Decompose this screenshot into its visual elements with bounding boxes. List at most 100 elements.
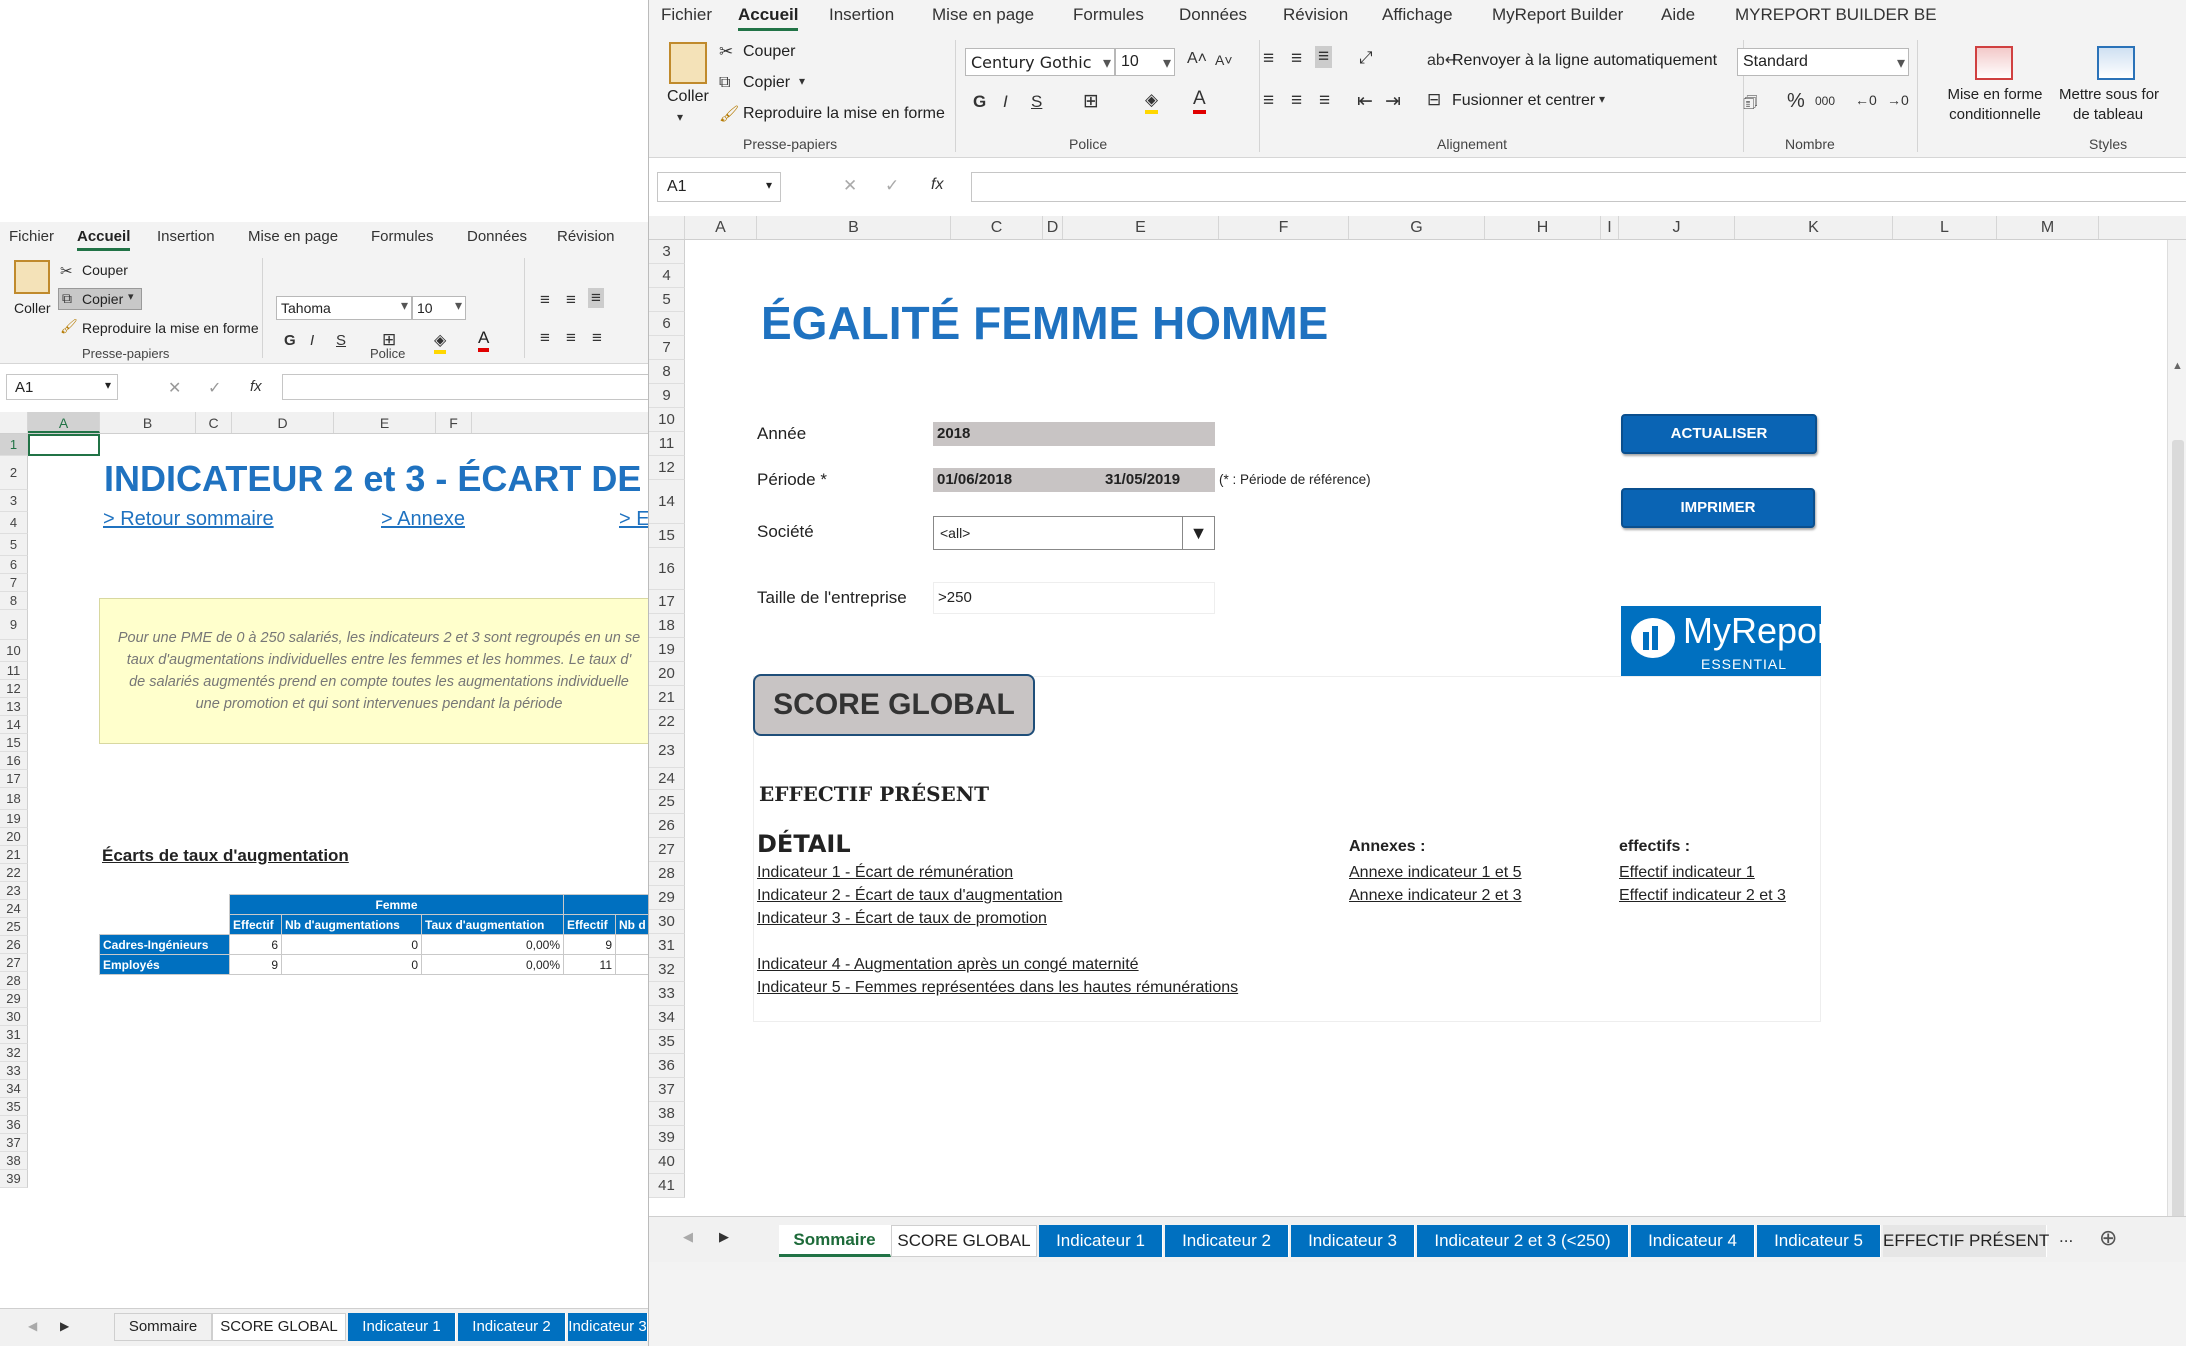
table-cell[interactable] bbox=[615, 934, 650, 955]
column-header[interactable]: E bbox=[1063, 216, 1219, 239]
row-header[interactable]: 14 bbox=[649, 480, 685, 524]
row-header[interactable]: 22 bbox=[0, 864, 28, 882]
row-header[interactable]: 40 bbox=[649, 1150, 685, 1174]
row-header[interactable]: 19 bbox=[649, 638, 685, 662]
row-header[interactable]: 10 bbox=[0, 640, 28, 662]
back-format-painter-button[interactable]: Reproduire la mise en forme bbox=[82, 320, 259, 336]
row-header[interactable]: 20 bbox=[649, 662, 685, 686]
front-bold-button[interactable]: G bbox=[973, 92, 986, 112]
front-align-left-icon[interactable]: ≡ bbox=[1263, 90, 1274, 112]
row-header[interactable]: 34 bbox=[649, 1006, 685, 1030]
back-tab-sommaire[interactable]: Sommaire bbox=[114, 1313, 212, 1341]
table-cell[interactable] bbox=[615, 954, 650, 975]
front-conditional-format-line1[interactable]: Mise en forme bbox=[1933, 86, 2057, 103]
front-tab-sommaire[interactable]: Sommaire bbox=[779, 1225, 891, 1257]
front-tab-indicateur-1[interactable]: Indicateur 1 bbox=[1039, 1225, 1163, 1257]
front-decrease-font-icon[interactable]: A˅ bbox=[1215, 52, 1233, 68]
back-menu-insertion[interactable]: Insertion bbox=[157, 228, 215, 245]
back-link-effectif[interactable]: > Ef bbox=[619, 508, 650, 531]
front-tab-indicateur-3[interactable]: Indicateur 3 bbox=[1291, 1225, 1415, 1257]
back-tab-indicateur-3[interactable]: Indicateur 3 bbox=[568, 1313, 648, 1341]
table-cell[interactable]: 6 bbox=[229, 934, 282, 955]
front-align-bottom-icon[interactable]: ≡ bbox=[1315, 46, 1333, 68]
row-header[interactable]: 12 bbox=[0, 680, 28, 698]
company-size-value[interactable]: >250 bbox=[933, 582, 1215, 614]
front-format-painter-button[interactable]: Reproduire la mise en forme bbox=[743, 105, 945, 123]
row-header[interactable]: 3 bbox=[0, 490, 28, 512]
link-annexe-1-5[interactable]: Annexe indicateur 1 et 5 bbox=[1349, 864, 1522, 882]
score-global-button[interactable]: SCORE GLOBAL bbox=[753, 674, 1035, 736]
column-header[interactable]: J bbox=[1619, 216, 1735, 239]
row-header[interactable]: 4 bbox=[649, 264, 685, 288]
front-paste-icon[interactable] bbox=[669, 42, 707, 84]
chevron-down-icon[interactable]: ▼ bbox=[1182, 517, 1214, 549]
back-name-box[interactable]: A1 ▾ bbox=[6, 374, 118, 400]
table-cell[interactable]: 0,00% bbox=[421, 934, 564, 955]
back-menu-donnees[interactable]: Données bbox=[467, 228, 527, 245]
link-indicateur-1[interactable]: Indicateur 1 - Écart de rémunération bbox=[757, 864, 1013, 882]
column-header[interactable]: M bbox=[1997, 216, 2099, 239]
row-header[interactable]: 17 bbox=[0, 770, 28, 788]
link-effectif-1[interactable]: Effectif indicateur 1 bbox=[1619, 864, 1755, 882]
table-cell[interactable]: 0,00% bbox=[421, 954, 564, 975]
front-underline-button[interactable]: S bbox=[1031, 92, 1042, 112]
front-tab-next-icon[interactable]: ▶ bbox=[719, 1229, 729, 1245]
front-conditional-format-icon[interactable] bbox=[1975, 46, 2013, 80]
column-header[interactable]: K bbox=[1735, 216, 1893, 239]
row-header[interactable]: 39 bbox=[649, 1126, 685, 1150]
back-paste-icon[interactable] bbox=[14, 260, 50, 294]
row-header[interactable]: 15 bbox=[649, 524, 685, 548]
front-format-painter-icon[interactable]: 🖌 bbox=[719, 104, 739, 124]
column-header[interactable]: C bbox=[951, 216, 1043, 239]
row-header[interactable]: 6 bbox=[649, 312, 685, 336]
back-cut-icon[interactable]: ✂ bbox=[60, 262, 73, 280]
column-header[interactable]: F bbox=[436, 412, 472, 433]
row-header[interactable]: 13 bbox=[0, 698, 28, 716]
back-format-painter-icon[interactable]: 🖌 bbox=[60, 318, 78, 335]
link-indicateur-3[interactable]: Indicateur 3 - Écart de taux de promotio… bbox=[757, 910, 1047, 928]
row-header[interactable]: 30 bbox=[0, 1008, 28, 1026]
back-copy-button[interactable]: Copier bbox=[82, 291, 123, 307]
front-decrease-indent-icon[interactable]: ⇤ bbox=[1357, 90, 1373, 113]
front-wrap-text-button[interactable]: Renvoyer à la ligne automatiquement bbox=[1452, 52, 1717, 70]
table-cell[interactable]: 9 bbox=[229, 954, 282, 975]
row-header[interactable]: 19 bbox=[0, 810, 28, 828]
row-header[interactable]: 37 bbox=[0, 1134, 28, 1152]
back-tab-next-icon[interactable]: ▶ bbox=[60, 1319, 69, 1333]
column-header[interactable]: E bbox=[334, 412, 436, 433]
back-menu-revision[interactable]: Révision bbox=[557, 228, 615, 245]
front-table-format-line2[interactable]: de tableau bbox=[2073, 106, 2143, 123]
chevron-down-icon[interactable]: ▾ bbox=[1599, 92, 1605, 106]
row-header[interactable]: 11 bbox=[649, 432, 685, 456]
row-header[interactable]: 1 bbox=[0, 434, 28, 456]
row-header[interactable]: 20 bbox=[0, 828, 28, 846]
front-cut-button[interactable]: Couper bbox=[743, 43, 795, 61]
back-tab-indicateur-2[interactable]: Indicateur 2 bbox=[458, 1313, 566, 1341]
row-header[interactable]: 10 bbox=[649, 408, 685, 432]
cancel-icon[interactable]: ✕ bbox=[168, 378, 181, 398]
front-copy-icon[interactable]: ⧉ bbox=[719, 74, 730, 92]
back-align-middle-icon[interactable]: ≡ bbox=[566, 290, 576, 310]
row-header[interactable]: 35 bbox=[0, 1098, 28, 1116]
front-align-center-icon[interactable]: ≡ bbox=[1291, 90, 1302, 112]
back-align-top-icon[interactable]: ≡ bbox=[540, 290, 550, 310]
row-header[interactable]: 16 bbox=[649, 548, 685, 590]
column-header[interactable]: A bbox=[28, 412, 100, 433]
back-underline-button[interactable]: S bbox=[336, 332, 346, 349]
front-copy-button[interactable]: Copier bbox=[743, 74, 790, 92]
front-align-right-icon[interactable]: ≡ bbox=[1319, 90, 1330, 112]
front-tab-effectif-present[interactable]: EFFECTIF PRÉSENT bbox=[1883, 1225, 2049, 1257]
row-header[interactable]: 5 bbox=[0, 534, 28, 556]
front-align-top-icon[interactable]: ≡ bbox=[1263, 48, 1274, 70]
row-header[interactable]: 26 bbox=[0, 936, 28, 954]
back-font-color-icon[interactable]: A bbox=[478, 328, 490, 352]
row-header[interactable]: 37 bbox=[649, 1078, 685, 1102]
front-table-format-line1[interactable]: Mettre sous for bbox=[2059, 86, 2159, 103]
back-paste-label[interactable]: Coller bbox=[14, 300, 51, 316]
row-header[interactable]: 11 bbox=[0, 662, 28, 680]
back-copy-icon[interactable]: ⧉ bbox=[62, 290, 72, 307]
front-menu-insertion[interactable]: Insertion bbox=[829, 5, 894, 25]
back-fx-icon[interactable]: fx bbox=[250, 378, 262, 395]
row-header[interactable]: 27 bbox=[0, 954, 28, 972]
row-header[interactable]: 4 bbox=[0, 512, 28, 534]
